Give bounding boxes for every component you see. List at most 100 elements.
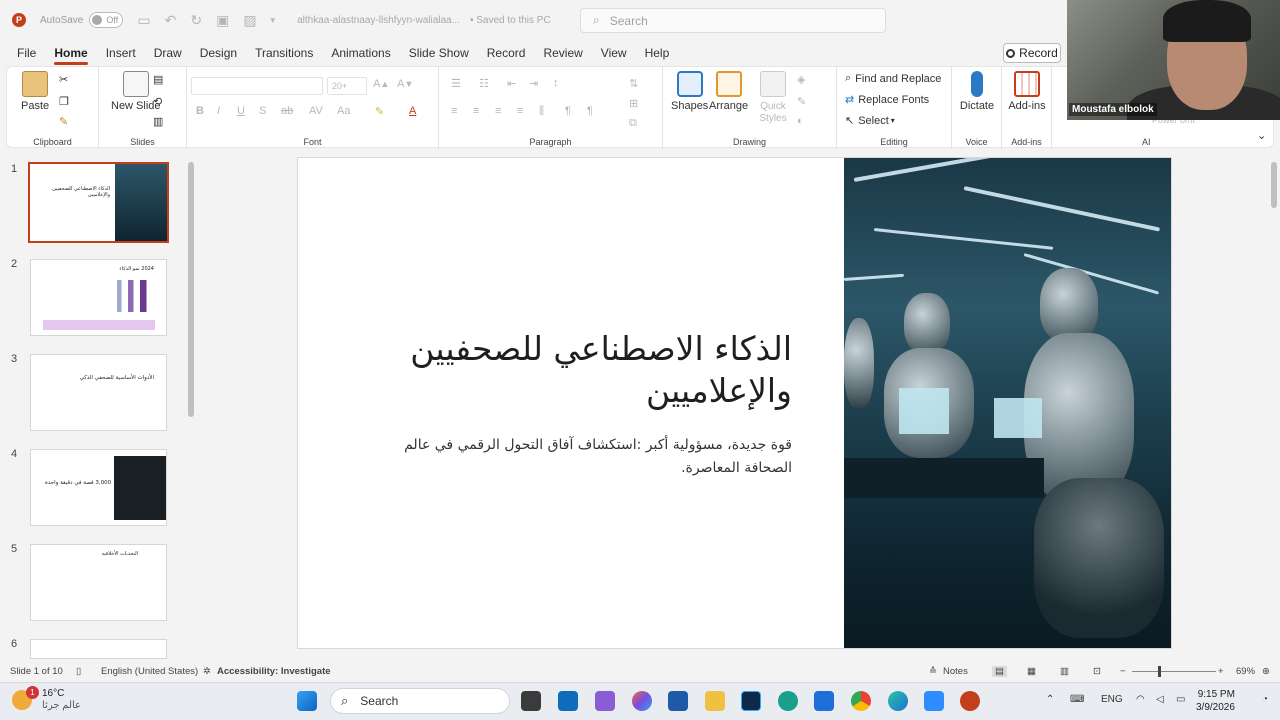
tab-home[interactable]: Home xyxy=(54,40,89,66)
powerpoint-taskbar-icon[interactable] xyxy=(960,691,980,711)
bullets-icon[interactable]: ☰ xyxy=(451,77,461,90)
columns-icon[interactable]: ⫼ xyxy=(539,105,544,118)
smartart-icon[interactable]: ⧉ xyxy=(629,117,637,130)
fit-slide-icon[interactable]: ⊕ xyxy=(1262,666,1270,677)
paste-button[interactable]: Paste xyxy=(21,71,49,112)
volume-icon[interactable]: ◁ xyxy=(1156,694,1164,705)
shape-outline-icon[interactable]: ✎ xyxy=(797,95,806,108)
accessibility-status[interactable]: Accessibility: Investigate xyxy=(217,666,331,677)
font-size-combo[interactable]: 20+ xyxy=(327,77,367,95)
tab-design[interactable]: Design xyxy=(200,40,237,66)
tab-record[interactable]: Record xyxy=(487,40,526,66)
save-icon[interactable]: ▭ xyxy=(137,12,150,29)
italic-icon[interactable]: I xyxy=(217,105,220,117)
wifi-icon[interactable]: ◠ xyxy=(1136,694,1145,705)
quick-styles-button[interactable]: Quick Styles xyxy=(755,71,791,124)
zoom-level[interactable]: 69% xyxy=(1236,666,1255,677)
reset-icon[interactable]: ⟲ xyxy=(153,95,162,108)
zoom-slider-thumb[interactable] xyxy=(1158,666,1161,677)
language-indicator[interactable]: ENG xyxy=(1101,694,1123,705)
format-painter-icon[interactable]: ✎ xyxy=(59,115,68,128)
rtl-icon[interactable]: ¶ xyxy=(587,105,593,117)
slide-thumbnail-5[interactable]: التحديات الأخلاقية xyxy=(30,544,167,621)
dictate-button[interactable]: Dictate xyxy=(956,71,998,112)
align-right-icon[interactable]: ≡ xyxy=(495,105,501,117)
addins-button[interactable]: Add-ins xyxy=(1004,71,1050,112)
copilot-icon[interactable] xyxy=(632,691,652,711)
shape-fill-icon[interactable]: ◈ xyxy=(797,73,805,86)
align-center-icon[interactable]: ≡ xyxy=(473,105,479,117)
find-replace-button[interactable]: ⌕ Find and Replace xyxy=(845,72,941,85)
numbering-icon[interactable]: ☷ xyxy=(479,77,489,90)
notification-bell-icon[interactable]: ◔ xyxy=(1262,694,1268,705)
autosave-toggle[interactable]: Off xyxy=(89,12,124,28)
file-explorer-icon[interactable] xyxy=(705,691,725,711)
picture-icon[interactable]: ▨ xyxy=(243,12,256,29)
strikethrough-icon[interactable]: ab xyxy=(281,105,293,117)
notes-button[interactable]: Notes xyxy=(943,666,968,677)
zoom-app-icon[interactable] xyxy=(924,691,944,711)
shadow-icon[interactable]: S xyxy=(259,105,266,117)
normal-view-icon[interactable]: ▤ xyxy=(992,666,1007,677)
slide-thumbnail-4[interactable]: 3,000 قصة في دقيقة واحدة xyxy=(30,449,167,526)
taskbar-search[interactable]: ⌕ Search xyxy=(330,688,510,714)
decrease-indent-icon[interactable]: ⇤ xyxy=(507,77,516,90)
slide-thumbnail-1[interactable]: الذكاء الاصطناعي للصحفيين والإعلاميين xyxy=(28,162,169,243)
section-icon[interactable]: ▥ xyxy=(153,115,163,128)
spacing-icon[interactable]: AV xyxy=(309,105,323,117)
align-text-icon[interactable]: ⊞ xyxy=(629,97,638,110)
present-icon[interactable]: ▣ xyxy=(216,12,229,29)
search-input[interactable]: ⌕ Search xyxy=(580,8,886,33)
photoshop-icon[interactable] xyxy=(741,691,761,711)
replace-fonts-button[interactable]: ⇄ Replace Fonts xyxy=(845,93,929,107)
tab-slide-show[interactable]: Slide Show xyxy=(409,40,469,66)
tab-animations[interactable]: Animations xyxy=(331,40,390,66)
redo-icon[interactable]: ↻ xyxy=(190,12,202,29)
zoom-in-icon[interactable]: + xyxy=(1218,666,1224,677)
slide-thumbnail-3[interactable]: الأدوات الأساسية للصحفي الذكي xyxy=(30,354,167,431)
increase-indent-icon[interactable]: ⇥ xyxy=(529,77,538,90)
slide-thumbnail-6[interactable] xyxy=(30,639,167,659)
undo-icon[interactable]: ↶ xyxy=(165,12,177,29)
tab-draw[interactable]: Draw xyxy=(154,40,182,66)
chrome-icon[interactable] xyxy=(851,691,871,711)
text-direction-icon[interactable]: ⇅ xyxy=(629,77,638,90)
font-name-combo[interactable] xyxy=(191,77,323,95)
layout-icon[interactable]: ▤ xyxy=(153,73,163,86)
tab-view[interactable]: View xyxy=(601,40,627,66)
tab-review[interactable]: Review xyxy=(543,40,582,66)
tab-help[interactable]: Help xyxy=(645,40,670,66)
select-button[interactable]: ↖ Select ▾ xyxy=(845,114,895,128)
edge-icon[interactable] xyxy=(888,691,908,711)
justify-icon[interactable]: ≡ xyxy=(517,105,523,117)
font-color-icon[interactable]: A xyxy=(409,105,416,117)
arrange-button[interactable]: Arrange xyxy=(709,71,748,112)
zoom-out-icon[interactable]: − xyxy=(1120,666,1126,677)
line-spacing-icon[interactable]: ↕ xyxy=(553,77,559,89)
bold-icon[interactable]: B xyxy=(196,105,204,117)
outlook-icon[interactable] xyxy=(558,691,578,711)
align-left-icon[interactable]: ≡ xyxy=(451,105,457,117)
tab-transitions[interactable]: Transitions xyxy=(255,40,313,66)
thumbnails-scrollbar[interactable] xyxy=(188,162,194,417)
store-icon[interactable] xyxy=(668,691,688,711)
underline-icon[interactable]: U xyxy=(237,105,245,117)
security-icon[interactable] xyxy=(814,691,834,711)
shape-effects-icon[interactable]: ◐ xyxy=(797,115,804,127)
tab-insert[interactable]: Insert xyxy=(106,40,136,66)
weather-widget[interactable]: 1 16°C عالم جرثا xyxy=(12,686,81,712)
slide-subtitle[interactable]: قوة جديدة، مسؤولية أكبر :استكشاف آفاق ال… xyxy=(372,434,792,480)
snipping-tool-icon[interactable] xyxy=(595,691,615,711)
zoom-slider[interactable] xyxy=(1132,671,1216,672)
shapes-button[interactable]: Shapes xyxy=(671,71,708,112)
scroll-thumb[interactable] xyxy=(1271,162,1277,208)
app-icon[interactable] xyxy=(778,691,798,711)
input-method-icon[interactable]: ⌨ xyxy=(1070,694,1084,705)
slide-sorter-icon[interactable]: ▦ xyxy=(1027,666,1036,677)
change-case-icon[interactable]: Aa xyxy=(337,105,350,117)
reading-view-icon[interactable]: ▥ xyxy=(1060,666,1069,677)
slide-robots-image[interactable] xyxy=(843,158,1171,648)
ltr-icon[interactable]: ¶ xyxy=(565,105,571,117)
tab-file[interactable]: File xyxy=(17,40,36,66)
decrease-font-icon[interactable]: A ▼ xyxy=(397,78,413,90)
